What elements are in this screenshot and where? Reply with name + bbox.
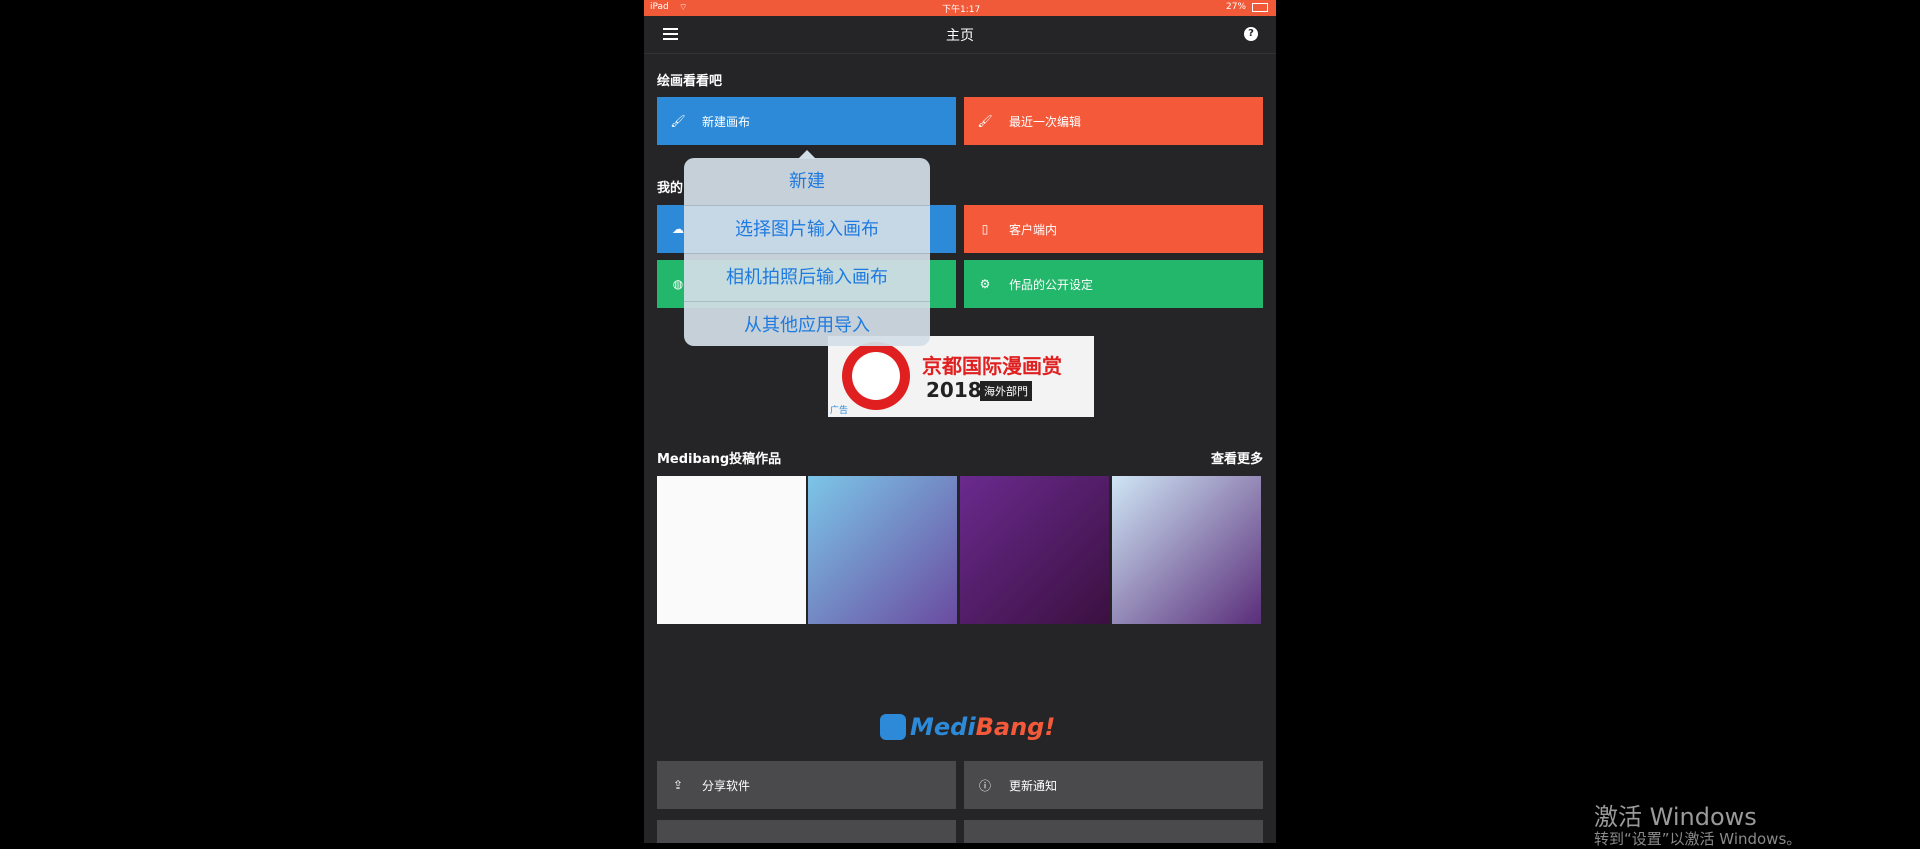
logo-text-bang: Bang! <box>975 713 1056 741</box>
popover-option-camera[interactable]: 相机拍照后输入画布 <box>684 254 930 302</box>
client-label: 客户端内 <box>1009 222 1058 237</box>
battery-icon <box>1252 3 1268 12</box>
popover-option-import-image[interactable]: 选择图片输入画布 <box>684 206 930 254</box>
new-canvas-popover: 新建 选择图片输入画布 相机拍照后输入画布 从其他应用导入 <box>684 150 930 349</box>
clock: 下午1:17 <box>942 5 981 15</box>
my-section-title: 我的 <box>657 181 684 196</box>
device-label: iPad <box>650 2 669 12</box>
seal-logo <box>842 342 910 410</box>
brush-icon: 🖌 <box>670 114 686 128</box>
logo-text-medi: Medi <box>910 713 976 741</box>
gear-icon: ⚙ <box>979 277 991 291</box>
public-settings-button[interactable]: ⚙ 作品的公开设定 <box>964 260 1263 308</box>
brush-icon: 🖌 <box>977 114 993 128</box>
popover-option-new[interactable]: 新建 <box>684 158 930 206</box>
share-button[interactable]: ⇪ 分享软件 <box>657 761 956 809</box>
top-nav: 主页 ? <box>644 16 1276 54</box>
popover-arrow <box>798 150 816 159</box>
ad-badge: 海外部門 <box>980 381 1032 401</box>
windows-activation-hint: 转到“设置”以激活 Windows。 <box>1594 830 1802 848</box>
share-label: 分享软件 <box>702 778 751 793</box>
logo-mark <box>880 714 906 740</box>
ad-year: 2018 <box>926 378 982 402</box>
ad-tag: 广告 <box>830 406 849 416</box>
gallery-title: Medibang投稿作品 <box>657 452 782 467</box>
bottom-tile-left[interactable] <box>657 820 956 843</box>
update-button[interactable]: ⓘ 更新通知 <box>964 761 1263 809</box>
new-canvas-label: 新建画布 <box>702 114 751 129</box>
ad-title: 京都国际漫画赏 <box>922 354 1062 378</box>
status-bar: iPad ⌔ 下午1:17 27% <box>644 0 1276 16</box>
medibang-logo: Medi Bang! <box>880 713 1055 741</box>
public-settings-label: 作品的公开设定 <box>1009 277 1094 292</box>
client-button[interactable]: ▯ 客户端内 <box>964 205 1263 253</box>
update-label: 更新通知 <box>1009 778 1058 793</box>
windows-activation-title: 激活 Windows <box>1594 803 1757 831</box>
help-icon[interactable]: ? <box>1244 27 1258 41</box>
new-canvas-button[interactable]: 🖌 新建画布 <box>657 97 956 145</box>
app-window: iPad ⌔ 下午1:17 27% 主页 ? 绘画看看吧 🖌 新建画布 🖌 最近… <box>644 0 1276 843</box>
page-title: 主页 <box>946 28 974 44</box>
bottom-tile-right[interactable] <box>964 820 1263 843</box>
gallery-thumb[interactable] <box>657 476 806 624</box>
gallery-thumb[interactable] <box>1112 476 1261 624</box>
gallery-thumb[interactable] <box>960 476 1109 624</box>
gallery-thumb[interactable] <box>808 476 957 624</box>
share-icon: ⇪ <box>672 778 684 792</box>
popover-option-other-app[interactable]: 从其他应用导入 <box>684 302 930 349</box>
recent-edit-label: 最近一次编辑 <box>1009 114 1082 129</box>
tablet-icon: ▯ <box>981 222 989 236</box>
wifi-icon: ⌔ <box>679 3 688 13</box>
recent-edit-button[interactable]: 🖌 最近一次编辑 <box>964 97 1263 145</box>
battery-percent: 27% <box>1226 2 1247 12</box>
see-more-link[interactable]: 查看更多 <box>1211 448 1263 467</box>
info-icon: ⓘ <box>978 778 991 793</box>
draw-section-title: 绘画看看吧 <box>657 74 723 89</box>
